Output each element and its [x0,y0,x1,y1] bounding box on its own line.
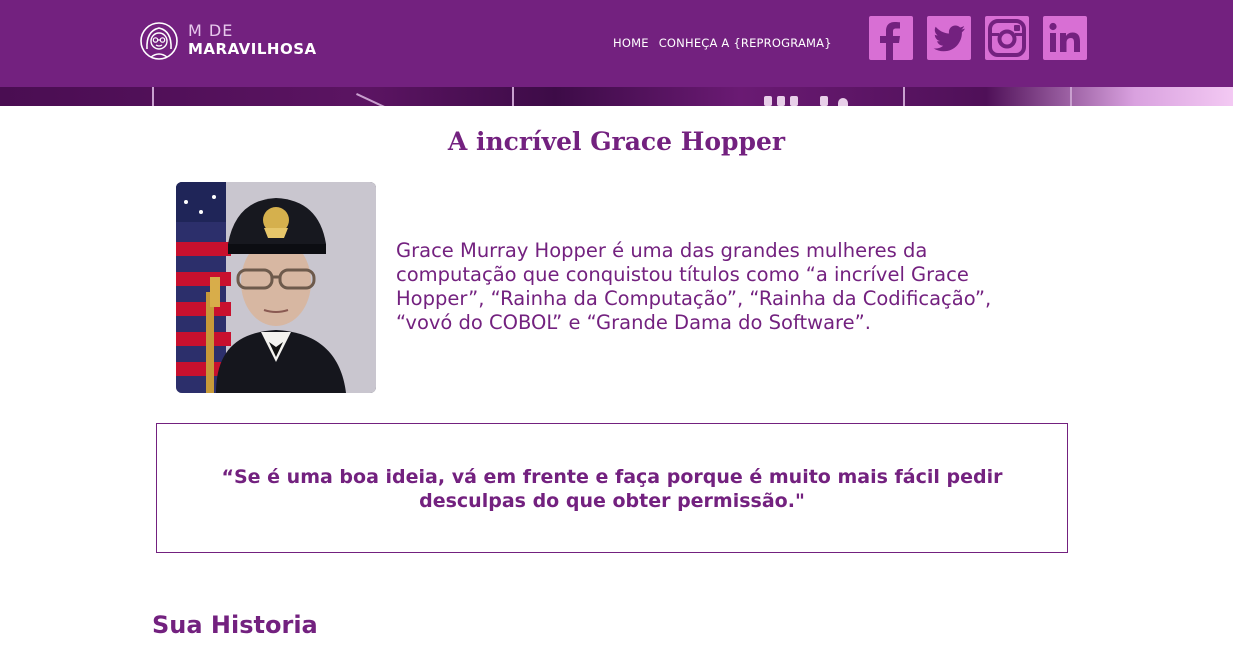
nav-home-link[interactable]: HOME [613,36,649,50]
facebook-icon [880,22,900,60]
logo-text-top: M DE [188,21,234,40]
portrait-image [176,182,376,393]
section-title-history: Sua Historia [152,611,318,639]
site-header: M DE MARAVILHOSA HOME CONHEÇA A {REPROGR… [0,0,1233,87]
instagram-link[interactable] [985,16,1029,60]
main-nav: HOME CONHEÇA A {REPROGRAMA} [613,36,832,50]
instagram-icon [988,19,1026,57]
header-banner-image [0,87,1233,106]
intro-paragraph: Grace Murray Hopper é uma das grandes mu… [396,239,992,334]
facebook-link[interactable] [869,16,913,60]
quote-box: “Se é uma boa ideia, vá em frente e faça… [156,423,1068,553]
twitter-link[interactable] [927,16,971,60]
grace-hopper-photo [176,182,376,393]
linkedin-icon [1049,22,1080,52]
nav-reprograma-link[interactable]: CONHEÇA A {REPROGRAMA} [659,36,832,50]
social-links [869,16,1087,60]
page-title: A incrível Grace Hopper [447,127,786,156]
linkedin-link[interactable] [1043,16,1087,60]
twitter-icon [933,25,965,52]
logo-woman-icon [140,22,178,60]
logo-text-bottom: MARAVILHOSA [188,40,317,58]
quote-text: “Se é uma boa ideia, vá em frente e faça… [221,466,1003,512]
site-logo[interactable]: M DE MARAVILHOSA [140,19,317,63]
quote-text-wrapper: “Se é uma boa ideia, vá em frente e faça… [157,465,1067,513]
